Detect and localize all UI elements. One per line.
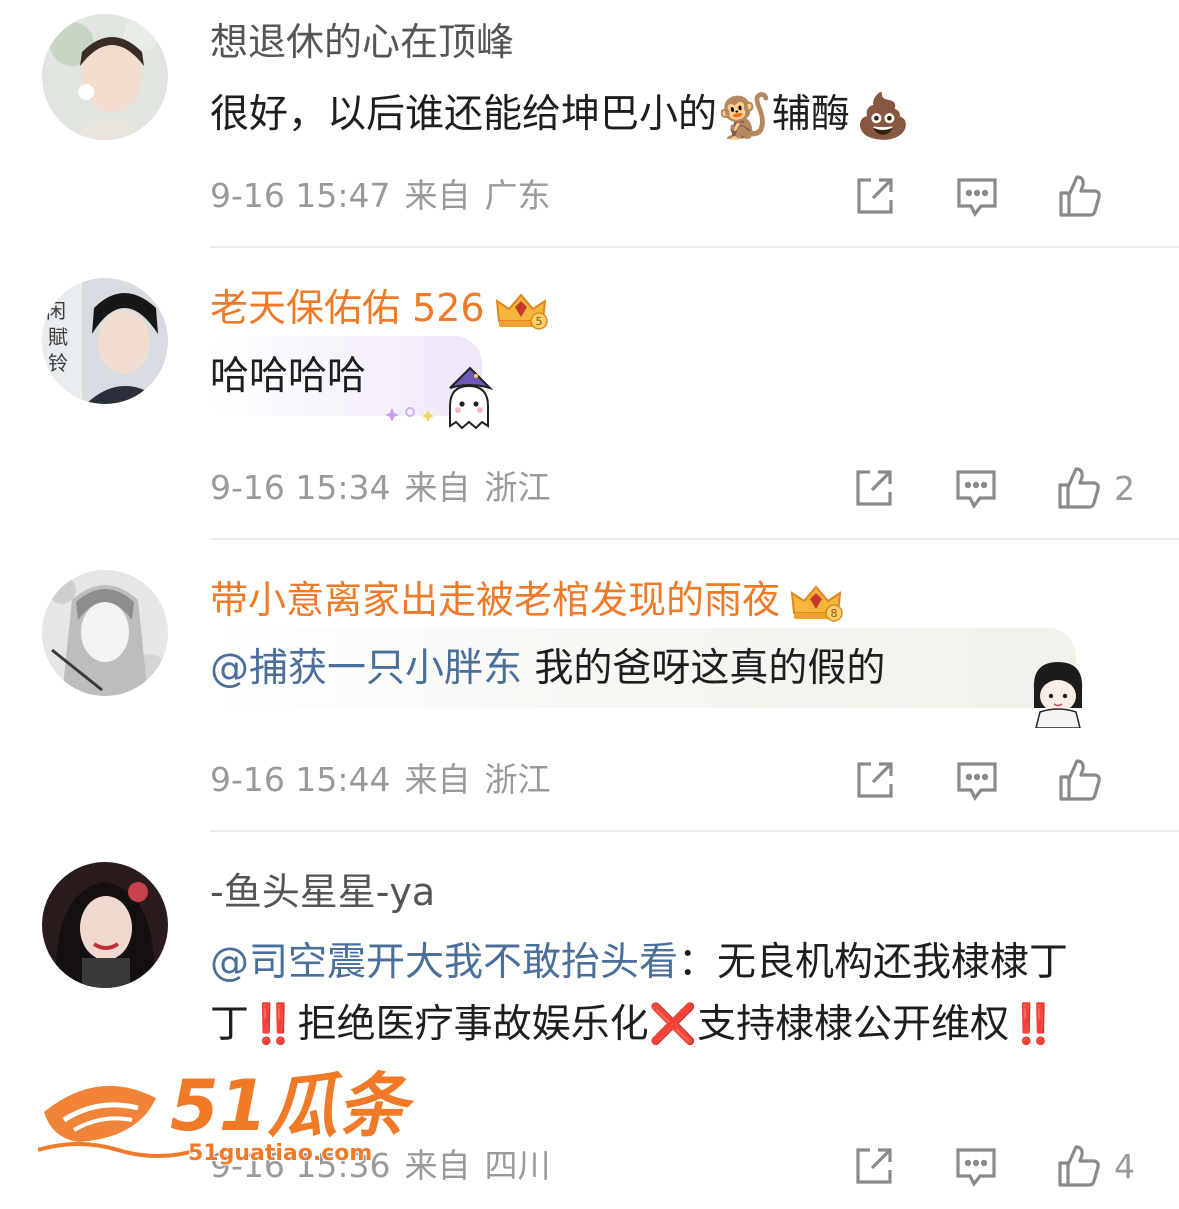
reply-button[interactable] (954, 466, 998, 510)
share-icon (856, 470, 892, 506)
svg-text:5: 5 (535, 315, 542, 328)
monkey-emoji: 🐒 (717, 90, 772, 142)
share-button[interactable] (853, 758, 897, 802)
like-icon (1059, 759, 1101, 801)
watermark-brand: 51瓜条 (170, 1065, 415, 1147)
comment-text: @司空震开大我不敢抬头看：无良机构还我棣棣丁丁‼️拒绝医疗事故娱乐化❌支持棣棣公… (210, 932, 1110, 1056)
cross-mark-emoji: ❌ (648, 1002, 698, 1047)
poop-emoji: 💩 (855, 90, 911, 142)
chibi-sticker (1033, 662, 1083, 728)
comment-text-main: 我的爸呀这真的假的 (522, 646, 886, 691)
reply-button[interactable] (955, 758, 999, 802)
avatar[interactable] (42, 14, 168, 140)
username-text: 带小意离家出走被老棺发现的雨夜 (210, 578, 781, 622)
comment-from: 来自 (404, 1146, 471, 1185)
comment-location: 浙江 (484, 760, 551, 799)
share-icon (857, 178, 893, 214)
comment-location: 四川 (484, 1146, 551, 1185)
comment-time: 9-16 15:47 (210, 176, 391, 215)
comment-time: 9-16 15:36 (210, 1146, 391, 1185)
sparkle-decoration (385, 407, 434, 422)
username[interactable]: 想退休的心在顶峰 (210, 20, 514, 64)
username[interactable]: -鱼头星星-ya (210, 870, 435, 914)
comment-time: 9-16 15:34 (210, 468, 391, 507)
comment-icon (957, 178, 997, 218)
share-button[interactable] (853, 174, 897, 218)
like-button[interactable] (1057, 757, 1135, 803)
divider (210, 830, 1179, 832)
share-icon (857, 762, 893, 798)
double-exclamation-emoji: ‼️ (249, 1002, 298, 1047)
comment-meta: 9-16 15:36 来自 四川 (210, 1146, 551, 1186)
comment-location: 广东 (484, 176, 551, 215)
comment-text-c: 支持棣棣公开维权 (697, 1002, 1010, 1047)
reply-button[interactable] (954, 1144, 998, 1188)
svg-text:賦: 賦 (48, 325, 68, 349)
comment-from: 来自 (404, 176, 471, 215)
like-icon (1058, 1145, 1100, 1187)
mention-link[interactable]: @司空震开大我不敢抬头看 (210, 940, 678, 985)
ghost-sticker (449, 366, 494, 430)
comment-actions (853, 168, 1135, 224)
crown-badge-icon: 5 (495, 292, 548, 330)
comment-text: 哈哈哈哈 (210, 354, 367, 399)
comment-text: 很好，以后谁还能给坤巴小的🐒辅酶 💩 (210, 84, 1119, 146)
like-button[interactable]: 4 (1056, 1143, 1135, 1189)
mention-link[interactable]: @捕获一只小胖东 (210, 646, 522, 691)
comment-icon (956, 470, 996, 510)
comment-text-b: 拒绝医疗事故娱乐化 (297, 1002, 649, 1047)
comment-meta: 9-16 15:34 来自 浙江 (210, 468, 551, 508)
like-count: 4 (1114, 1146, 1135, 1186)
username[interactable]: 老天保佑佑 526 5 (210, 286, 549, 331)
like-icon (1059, 175, 1101, 217)
comment-time: 9-16 15:44 (210, 760, 391, 799)
avatar[interactable]: 闲 賦 铃 (42, 278, 168, 404)
username-text: 老天保佑佑 526 (210, 286, 485, 330)
comment-text: @捕获一只小胖东 我的爸呀这真的假的 (210, 638, 1119, 700)
divider (210, 538, 1179, 540)
reply-button[interactable] (955, 174, 999, 218)
comment-actions (853, 752, 1135, 808)
comment-icon (956, 1148, 996, 1188)
avatar[interactable] (42, 862, 168, 988)
share-button[interactable] (852, 466, 896, 510)
like-button[interactable] (1057, 173, 1135, 219)
share-button[interactable] (852, 1144, 896, 1188)
svg-text:8: 8 (831, 607, 838, 620)
share-icon (856, 1148, 892, 1184)
crown-badge-icon: 8 (790, 584, 843, 622)
svg-text:铃: 铃 (48, 351, 68, 375)
svg-text:闲: 闲 (46, 299, 66, 323)
comment-from: 来自 (404, 760, 471, 799)
comment-text-tail: 辅酶 (771, 92, 850, 137)
like-count: 2 (1114, 468, 1135, 508)
like-button[interactable]: 2 (1056, 465, 1135, 511)
comment-text-main: 很好，以后谁还能给坤巴小的 (210, 92, 718, 137)
comment-location: 浙江 (484, 468, 551, 507)
double-exclamation-emoji: ‼️ (1009, 1002, 1058, 1047)
divider (210, 246, 1179, 248)
comment-from: 来自 (404, 468, 471, 507)
avatar[interactable] (42, 570, 168, 696)
like-icon (1058, 467, 1100, 509)
comment-icon (957, 762, 997, 802)
comment-actions: 2 (852, 460, 1135, 516)
username[interactable]: 带小意离家出走被老棺发现的雨夜 8 (210, 578, 844, 623)
comment-meta: 9-16 15:47 来自 广东 (210, 176, 551, 216)
comment-meta: 9-16 15:44 来自 浙江 (210, 760, 551, 800)
comment-actions: 4 (852, 1138, 1135, 1194)
